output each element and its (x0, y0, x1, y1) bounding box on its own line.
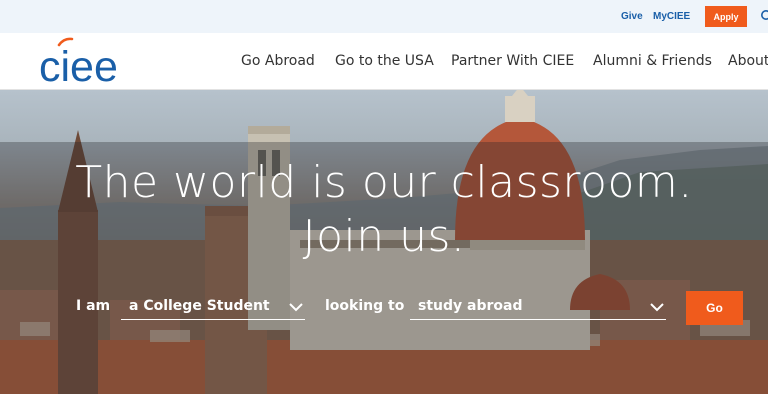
nav-alumni-friends[interactable]: Alumni & Friends (593, 53, 712, 69)
audience-select[interactable]: a College Student (121, 296, 305, 320)
nav-go-abroad[interactable]: Go Abroad (241, 53, 315, 69)
search-icon[interactable] (760, 9, 768, 23)
ciee-logo[interactable]: ciee (38, 37, 150, 85)
go-button[interactable]: Go (686, 291, 743, 325)
chevron-down-icon (289, 303, 303, 312)
apply-button[interactable]: Apply (705, 6, 747, 27)
goal-select[interactable]: study abroad (410, 296, 666, 320)
headline-line-1: The world is our classroom. (75, 157, 693, 208)
svg-text:ciee: ciee (39, 43, 118, 85)
headline-line-2: Join us. (302, 211, 466, 262)
nav-about[interactable]: About (728, 53, 768, 69)
utility-bar: Give MyCIEE Apply (0, 0, 768, 33)
chevron-down-icon (650, 303, 664, 312)
label-looking-to: looking to (325, 298, 405, 314)
hero-headline: The world is our classroom. Join us. (0, 156, 768, 264)
nav-partner-with-ciee[interactable]: Partner With CIEE (451, 53, 574, 69)
goal-select-value: study abroad (418, 298, 523, 314)
audience-select-value: a College Student (129, 298, 270, 314)
main-nav: ciee Go Abroad Go to the USA Partner Wit… (0, 33, 768, 90)
nav-go-to-usa[interactable]: Go to the USA (335, 53, 434, 69)
myciee-link[interactable]: MyCIEE (653, 11, 690, 22)
label-i-am: I am (76, 298, 111, 314)
give-link[interactable]: Give (621, 11, 643, 22)
page-bottom-strip (0, 394, 768, 402)
